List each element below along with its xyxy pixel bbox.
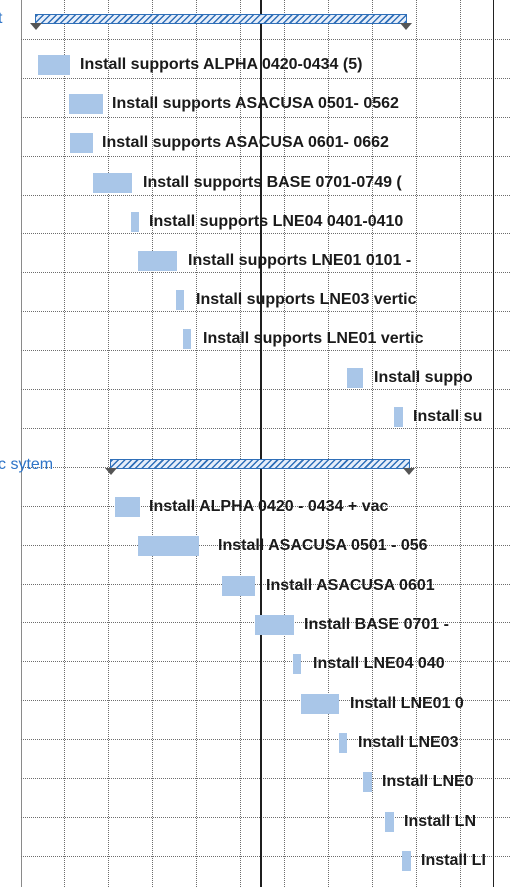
row-gridline — [21, 78, 510, 79]
gantt-chart: t Install supports ALPHA 0420-0434 (5) Ins… — [0, 0, 510, 887]
summary-start-marker — [30, 23, 42, 30]
task-bar[interactable] — [363, 772, 372, 792]
task-bar[interactable] — [255, 615, 294, 635]
task-label: Install LNE03 — [358, 734, 459, 751]
task-bar[interactable] — [222, 576, 255, 596]
task-bar[interactable] — [69, 94, 103, 114]
row-gridline — [21, 156, 510, 157]
task-label: Install LNE04 040 — [313, 655, 445, 672]
task-label: Install suppo — [374, 369, 473, 386]
summary-end-marker — [403, 468, 415, 475]
task-label: Install supports ASACUSA 0601- 0662 — [102, 134, 389, 151]
task-label: Install ALPHA 0420 - 0434 + vac — [149, 498, 389, 515]
row-gridline — [21, 195, 510, 196]
task-label: Install su — [413, 408, 483, 425]
task-bar[interactable] — [93, 173, 132, 193]
summary-task-bar[interactable] — [30, 14, 412, 30]
task-label: Install supports ASACUSA 0501- 0562 — [112, 95, 399, 112]
row-gridline — [21, 350, 510, 351]
task-bar[interactable] — [183, 329, 191, 349]
task-bar[interactable] — [301, 694, 339, 714]
task-bar[interactable] — [385, 812, 394, 832]
task-bar[interactable] — [176, 290, 184, 310]
task-bar[interactable] — [38, 55, 70, 75]
row-gridline — [21, 117, 510, 118]
summary-end-marker — [400, 23, 412, 30]
task-label: Install supports LNE01 0101 - — [188, 252, 412, 269]
task-bar[interactable] — [138, 251, 177, 271]
task-bar[interactable] — [293, 654, 301, 674]
task-label: Install ASACUSA 0501 - 056 — [218, 537, 428, 554]
task-label: Install supports ALPHA 0420-0434 (5) — [80, 56, 363, 73]
task-label: Install ASACUSA 0601 — [266, 577, 435, 594]
task-bar[interactable] — [347, 368, 363, 388]
task-bar[interactable] — [402, 851, 411, 871]
right-border-line — [493, 0, 494, 887]
task-label: Install LN — [404, 813, 477, 830]
group-name-label: c sytem — [0, 456, 54, 473]
task-label: Install supports LNE01 vertic — [203, 330, 424, 347]
table-divider — [21, 0, 22, 887]
task-label: Install supports BASE 0701-0749 ( — [143, 174, 402, 191]
row-gridline — [21, 272, 510, 273]
timescale-gridline — [64, 0, 65, 887]
summary-task-bar[interactable] — [105, 459, 415, 475]
row-gridline — [21, 39, 510, 40]
summary-start-marker — [105, 468, 117, 475]
task-bar[interactable] — [138, 536, 199, 556]
row-gridline — [21, 233, 510, 234]
task-label: Install LNE0 — [382, 773, 474, 790]
group-name-label: t — [0, 10, 3, 27]
task-bar[interactable] — [339, 733, 347, 753]
task-label: Install BASE 0701 - — [304, 616, 449, 633]
task-bar[interactable] — [70, 133, 93, 153]
task-bar[interactable] — [115, 497, 140, 517]
row-gridline — [21, 389, 510, 390]
timescale-gridline — [460, 0, 461, 887]
row-gridline — [21, 428, 510, 429]
task-label: Install LI — [421, 852, 486, 869]
task-bar[interactable] — [394, 407, 403, 427]
task-label: Install supports LNE03 vertic — [196, 291, 417, 308]
row-gridline — [21, 311, 510, 312]
task-label: Install LNE01 0 — [350, 695, 464, 712]
task-bar[interactable] — [131, 212, 139, 232]
task-label: Install supports LNE04 0401-0410 — [149, 213, 404, 230]
